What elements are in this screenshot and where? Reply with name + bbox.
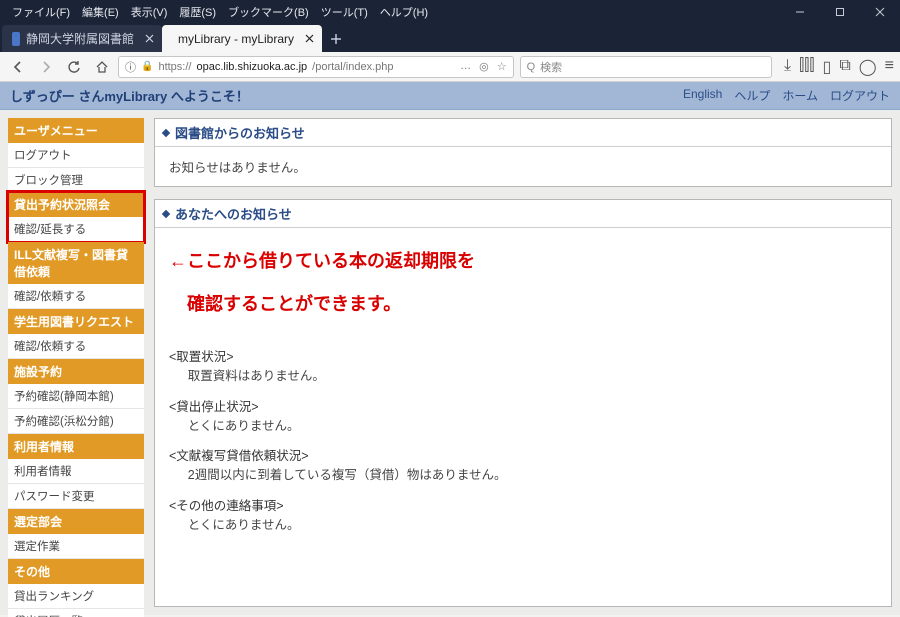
site-info-icon[interactable]: ⓘ (125, 59, 136, 75)
sidebar-item[interactable]: 確認/依頼する (8, 284, 144, 309)
annotation-text: ←ここから借りている本の返却期限を 確認することができます。 (169, 238, 877, 344)
screenshot-icon[interactable]: ⧉ (839, 57, 850, 77)
panel1-body: お知らせはありません。 (169, 161, 306, 175)
account-icon[interactable]: ◯ (859, 57, 877, 77)
app-menu-icon[interactable]: ≡ (885, 57, 894, 77)
menu-編集(E)[interactable]: 編集(E) (76, 2, 125, 22)
menu-ツール(T)[interactable]: ツール(T) (315, 2, 374, 22)
search-icon: Q (527, 61, 536, 73)
sidebar-header: 利用者情報 (8, 434, 144, 459)
bookmark-star-icon[interactable]: ☆ (497, 60, 507, 73)
sidebar-icon[interactable]: ▯ (823, 57, 832, 77)
window-controls (780, 0, 900, 23)
search-bar[interactable]: Q 検索 (520, 56, 772, 78)
welcome-text: しずっぴー さんmyLibrary へようこそ！ (10, 86, 249, 105)
tracking-shield-icon[interactable]: ◎ (479, 60, 489, 73)
sidebar-item[interactable]: ブロック管理 (8, 168, 144, 193)
sidebar-header: その他 (8, 559, 144, 584)
favicon-icon (12, 32, 20, 46)
browser-toolbar: ⓘ 🔒 https:// opac.lib.shizuoka.ac.jp/port… (0, 52, 900, 82)
address-bar[interactable]: ⓘ 🔒 https:// opac.lib.shizuoka.ac.jp/port… (118, 56, 514, 78)
main-area: 図書館からのお知らせ お知らせはありません。 あなたへのお知らせ ←ここから借り… (154, 118, 892, 607)
page-content: しずっぴー さんmyLibrary へようこそ！ Englishヘルプホームログ… (0, 82, 900, 617)
sidebar-item[interactable]: 貸出履歴一覧 (8, 609, 144, 617)
url-path: /portal/index.php (312, 61, 393, 73)
sidebar-item[interactable]: 予約確認(静岡本館) (8, 384, 144, 409)
sidebar-item[interactable]: 確認/延長する (8, 217, 144, 242)
sidebar-item[interactable]: 利用者情報 (8, 459, 144, 484)
sidebar-header: 貸出予約状況照会 (8, 192, 144, 217)
tab-label: 静岡大学附属図書館 (26, 30, 134, 47)
menu-ヘルプ(H)[interactable]: ヘルプ(H) (374, 2, 434, 22)
sidebar-header: ILL文献複写・図書貸借依頼 (8, 242, 144, 284)
sidebar-header: 選定部会 (8, 509, 144, 534)
sidebar-item[interactable]: 選定作業 (8, 534, 144, 559)
search-placeholder: 検索 (540, 59, 562, 75)
minimize-button[interactable] (780, 0, 820, 23)
notice-group: <貸出停止状況>とくにありません。 (169, 394, 877, 444)
sidebar-item[interactable]: ログアウト (8, 143, 144, 168)
welcome-link[interactable]: ヘルプ (734, 87, 770, 104)
sidebar-item[interactable]: 確認/依頼する (8, 334, 144, 359)
browser-tab[interactable]: myLibrary - myLibrary (162, 25, 322, 52)
sidebar-header: 学生用図書リクエスト (8, 309, 144, 334)
tab-strip: 静岡大学附属図書館 myLibrary - myLibrary (0, 23, 900, 52)
app-menubar: ファイル(F)編集(E)表示(V)履歴(S)ブックマーク(B)ツール(T)ヘルプ… (0, 0, 900, 23)
notice-group: <その他の連絡事項>とくにありません。 (169, 493, 877, 543)
menu-ファイル(F)[interactable]: ファイル(F) (6, 2, 76, 22)
forward-button[interactable] (34, 55, 58, 79)
bullet-icon (162, 209, 170, 217)
tab-label: myLibrary - myLibrary (178, 32, 294, 46)
downloads-icon[interactable]: ⤓ (784, 57, 791, 77)
library-icon[interactable]: ⫿⫿⫿ (799, 57, 814, 77)
welcome-link[interactable]: ログアウト (830, 87, 890, 104)
url-scheme: https:// (158, 61, 191, 73)
lock-icon: 🔒 (141, 61, 153, 72)
panel-personal-notice: あなたへのお知らせ ←ここから借りている本の返却期限を 確認することができます。… (154, 199, 892, 607)
maximize-button[interactable] (820, 0, 860, 23)
panel2-title: あなたへのお知らせ (175, 204, 292, 223)
tab-close-icon[interactable] (142, 31, 156, 45)
bullet-icon (162, 128, 170, 136)
new-tab-button[interactable] (322, 26, 350, 52)
welcome-link[interactable]: ホーム (782, 87, 818, 104)
browser-tab[interactable]: 静岡大学附属図書館 (2, 25, 162, 52)
sidebar-header: ユーザメニュー (8, 118, 144, 143)
panel-library-notice: 図書館からのお知らせ お知らせはありません。 (154, 118, 892, 187)
panel1-title: 図書館からのお知らせ (175, 123, 305, 142)
welcome-bar: しずっぴー さんmyLibrary へようこそ！ English ヘルプホームログ… (0, 82, 900, 110)
menu-履歴(S)[interactable]: 履歴(S) (173, 2, 222, 22)
sidebar-item[interactable]: パスワード変更 (8, 484, 144, 509)
sidebar-item[interactable]: 貸出ランキング (8, 584, 144, 609)
notice-group: <取置状況>取置資料はありません。 (169, 344, 877, 394)
reload-button[interactable] (62, 55, 86, 79)
tab-close-icon[interactable] (302, 31, 316, 45)
welcome-link[interactable]: English (683, 87, 722, 104)
page-actions-icon[interactable]: … (460, 60, 471, 73)
back-button[interactable] (6, 55, 30, 79)
sidebar: ユーザメニューログアウトブロック管理貸出予約状況照会確認/延長するILL文献複写… (8, 118, 144, 607)
sidebar-item[interactable]: 予約確認(浜松分館) (8, 409, 144, 434)
close-window-button[interactable] (860, 0, 900, 23)
menu-ブックマーク(B)[interactable]: ブックマーク(B) (222, 2, 315, 22)
menu-表示(V)[interactable]: 表示(V) (125, 2, 174, 22)
url-host: opac.lib.shizuoka.ac.jp (196, 61, 307, 73)
notice-group: <文献複写貸借依頼状況>2週間以内に到着している複写（貸借）物はありません。 (169, 443, 877, 493)
sidebar-header: 施設予約 (8, 359, 144, 384)
home-button[interactable] (90, 55, 114, 79)
